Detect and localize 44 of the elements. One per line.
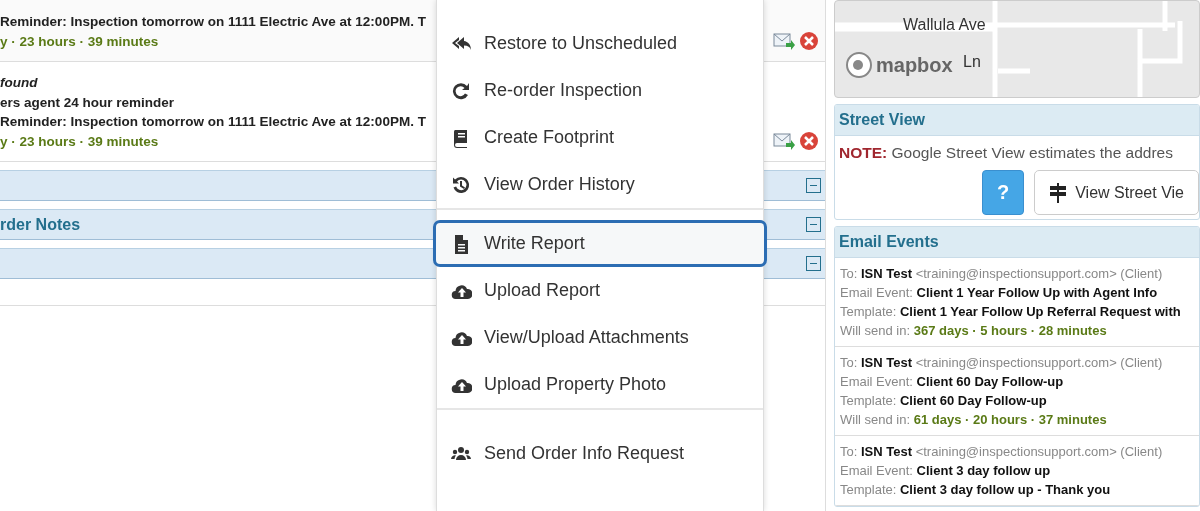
recipient-text: To: ISN Test <training@inspectionsupport.com> (Client) (840, 443, 1163, 461)
send-envelope-icon[interactable] (773, 131, 795, 151)
panel-title: Street View (835, 105, 1199, 136)
menu-item[interactable]: View Order History (433, 161, 767, 208)
menu-item[interactable]: Write Report (433, 220, 767, 267)
delete-icon[interactable] (799, 131, 819, 151)
recipient-text: To: ISN Test <training@inspectionsupport.com> (Client) (840, 265, 1163, 283)
menu-item[interactable]: Send Order Info Request (433, 430, 767, 477)
event-text: Email Event: Client 60 Day Follow-up (840, 373, 1064, 391)
note-text: NOTE: Google Street View estimates the addres (838, 143, 1174, 163)
street-label: Ln (963, 53, 981, 71)
recipient-text: To: ISN Test <training@inspectionsupport.com> (Client) (840, 354, 1163, 372)
send-time-text: Will send in: 367 days · 5 hours · 28 minutes (840, 322, 1107, 340)
reminder-text: Reminder: Inspection tomorrow on 1111 Electric Ave at 12:00PM. T (0, 113, 426, 131)
send-envelope-icon[interactable] (773, 31, 795, 51)
view-street-view-button[interactable]: View Street Vie (1034, 170, 1199, 215)
send-time-text: Will send in: 61 days · 20 hours · 37 minutes (840, 411, 1107, 429)
panel-title: Email Events (835, 227, 1199, 258)
menu-item[interactable]: View/Upload Attachments (433, 314, 767, 361)
menu-item[interactable]: Upload Report (433, 267, 767, 314)
template-text: Template: Client 1 Year Follow Up Referral Request with (840, 303, 1181, 321)
signpost-icon (1049, 182, 1068, 203)
menu-item[interactable]: Upload Property Photo (433, 361, 767, 408)
menu-item[interactable]: Restore to Unscheduled (433, 20, 767, 67)
event-text: Email Event: Client 1 Year Follow Up with Agent Info (840, 284, 1158, 302)
collapse-icon[interactable] (806, 178, 821, 193)
template-text: Template: Client 3 day follow up - Thank you (840, 481, 1111, 499)
street-label: Wallula Ave (903, 16, 986, 34)
section-title: rder Notes (0, 215, 81, 234)
menu-item[interactable]: Create Footprint (433, 114, 767, 161)
delete-icon[interactable] (799, 31, 819, 51)
mapbox-logo-icon (845, 51, 873, 79)
mapbox-logo-text: mapbox (876, 53, 953, 77)
countdown-text: y · 23 hours · 39 minutes (0, 32, 159, 51)
countdown-text: y · 23 hours · 39 minutes (0, 132, 159, 151)
collapse-icon[interactable] (806, 256, 821, 271)
reminder-text: Reminder: Inspection tomorrow on 1111 Electric Ave at 12:00PM. T (0, 13, 426, 31)
reminder-text: ers agent 24 hour reminder (0, 93, 175, 112)
street-map[interactable]: Wallula Ave mapbox Ln (834, 0, 1200, 98)
event-text: Email Event: Client 3 day follow up (840, 462, 1051, 480)
collapse-icon[interactable] (806, 217, 821, 232)
reminder-text: found (0, 74, 38, 92)
template-text: Template: Client 60 Day Follow-up (840, 392, 1047, 410)
menu-item[interactable]: Re-order Inspection (433, 67, 767, 114)
